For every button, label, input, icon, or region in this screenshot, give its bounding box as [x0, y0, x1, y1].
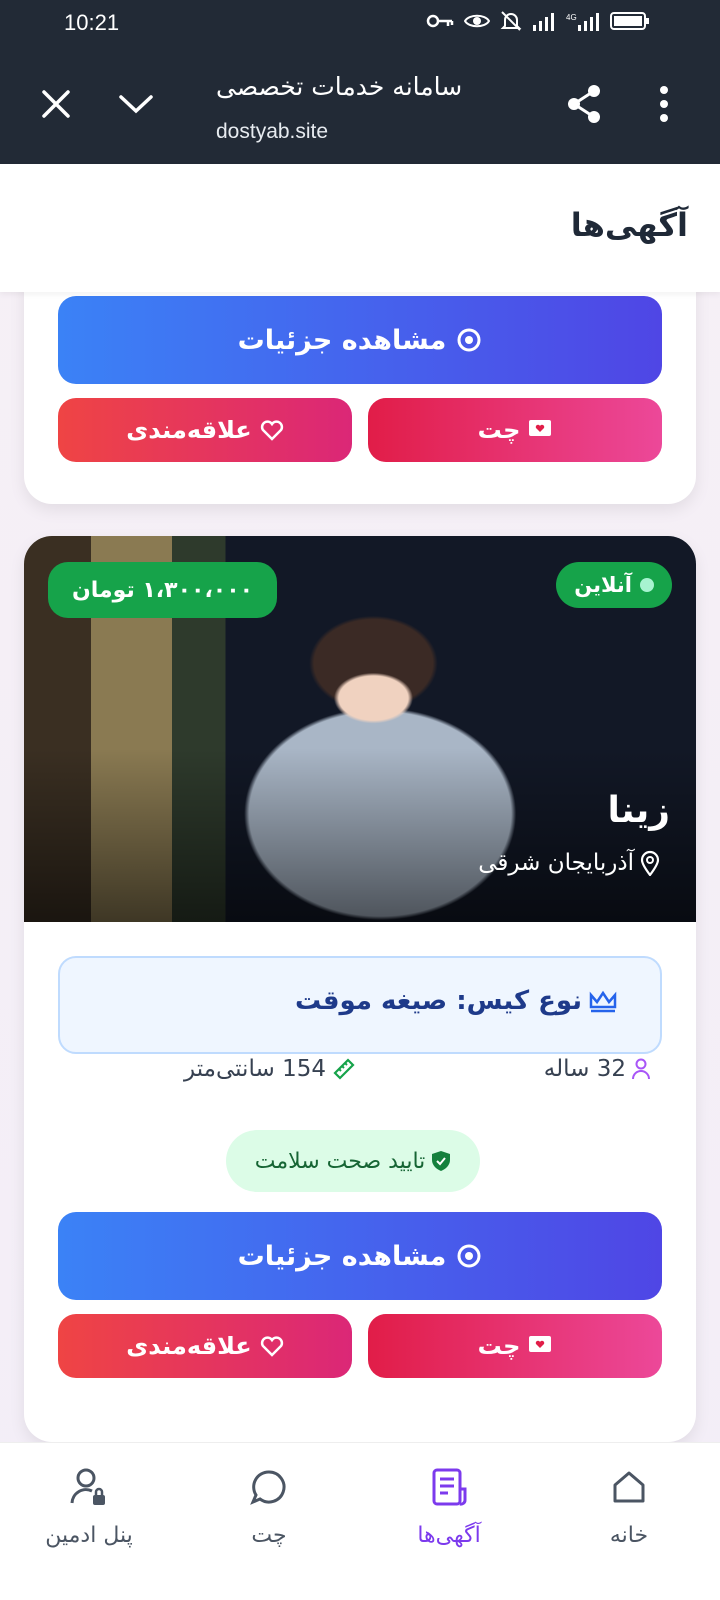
- heart-plus-icon: [260, 1336, 283, 1357]
- share-button[interactable]: [560, 80, 608, 128]
- view-details-label: مشاهده جزئیات: [237, 324, 447, 356]
- online-status-badge: آنلاین: [556, 562, 672, 608]
- user-icon: [632, 1058, 650, 1080]
- view-details-button[interactable]: مشاهده جزئیات: [58, 1212, 662, 1300]
- browser-page-title: سامانه خدمات تخصصی: [216, 72, 463, 101]
- eye-circle-icon: [457, 328, 481, 352]
- heart-plus-icon: [260, 420, 283, 441]
- key-icon: [426, 14, 454, 28]
- favorite-button[interactable]: علاقه‌مندی: [58, 398, 352, 462]
- nav-admin-panel[interactable]: پنل ادمین: [14, 1463, 164, 1573]
- page-header: آگهی‌ها: [0, 164, 720, 292]
- favorite-label: علاقه‌مندی: [126, 1332, 252, 1360]
- listing-card-previous: مشاهده جزئیات چت علاقه‌مندی: [24, 260, 696, 504]
- case-type-box: نوع کیس: صیغه موقت: [58, 956, 662, 1054]
- eye-circle-icon: [457, 1244, 481, 1268]
- listing-photo[interactable]: آنلاین ۱،۳۰۰،۰۰۰ تومان زینا آذربایجان شر…: [24, 536, 696, 922]
- location-label: آذربایجان شرقی: [478, 850, 634, 876]
- view-details-label: مشاهده جزئیات: [237, 1240, 447, 1272]
- status-icons: 4G: [426, 10, 650, 32]
- battery-icon: [610, 12, 649, 30]
- case-type-label: نوع کیس: صیغه موقت: [295, 986, 582, 1016]
- signal-icon: [533, 13, 554, 31]
- newspaper-icon: [432, 1468, 467, 1506]
- collapse-button[interactable]: [112, 80, 160, 128]
- nav-home-label: خانه: [609, 1523, 649, 1548]
- online-status-label: آنلاین: [574, 573, 632, 597]
- bell-muted-icon: [500, 11, 522, 31]
- more-options-button[interactable]: [640, 80, 688, 128]
- close-button[interactable]: [32, 80, 80, 128]
- price-badge: ۱،۳۰۰،۰۰۰ تومان: [48, 562, 278, 618]
- nav-chat-label: چت: [251, 1523, 287, 1548]
- nav-chat[interactable]: چت: [194, 1463, 344, 1573]
- favorite-button[interactable]: علاقه‌مندی: [58, 1314, 352, 1378]
- shield-check-icon: [432, 1151, 451, 1171]
- nav-ads[interactable]: آگهی‌ها: [374, 1463, 524, 1573]
- page-title: آگهی‌ها: [570, 206, 688, 244]
- health-verified-label: تایید صحت سلامت: [254, 1148, 426, 1174]
- signal-4g-icon: 4G: [566, 13, 599, 31]
- age-label: 32 ساله: [543, 1056, 626, 1082]
- chat-heart-icon: [529, 420, 552, 436]
- share-icon: [568, 85, 600, 123]
- user-lock-icon: [70, 1468, 105, 1505]
- crown-icon: [589, 990, 617, 1013]
- favorite-label: علاقه‌مندی: [126, 416, 252, 444]
- svg-text:4G: 4G: [566, 13, 577, 22]
- eye-icon: [464, 14, 490, 28]
- age-info: 32 ساله: [544, 1056, 650, 1082]
- chat-button[interactable]: چت: [368, 1314, 662, 1378]
- status-bar: 10:21 4G: [0, 0, 720, 48]
- nav-ads-label: آگهی‌ها: [417, 1523, 481, 1548]
- nav-home[interactable]: خانه: [554, 1463, 704, 1573]
- location-pin-icon: [640, 850, 660, 876]
- chevron-down-icon: [119, 95, 153, 114]
- height-label: 154 سانتی‌متر: [184, 1056, 326, 1082]
- case-type: نوع کیس: صیغه موقت: [295, 986, 618, 1016]
- height-info: 154 سانتی‌متر: [184, 1056, 356, 1082]
- view-details-button[interactable]: مشاهده جزئیات: [58, 296, 662, 384]
- chat-label: چت: [477, 1332, 521, 1360]
- more-vertical-icon: [660, 86, 668, 122]
- online-dot-icon: [640, 578, 654, 592]
- chat-heart-icon: [529, 1336, 552, 1352]
- browser-toolbar: سامانه خدمات تخصصی dostyab.site: [0, 48, 720, 164]
- listing-card[interactable]: آنلاین ۱،۳۰۰،۰۰۰ تومان زینا آذربایجان شر…: [24, 536, 696, 1442]
- chat-bubble-icon: [250, 1470, 286, 1505]
- health-verified-badge: تایید صحت سلامت: [226, 1130, 480, 1192]
- home-icon: [613, 1471, 645, 1503]
- nav-admin-label: پنل ادمین: [45, 1523, 133, 1548]
- chat-button[interactable]: چت: [368, 398, 662, 462]
- status-time: 10:21: [64, 10, 120, 35]
- listing-name: زینا: [607, 790, 670, 831]
- listing-location: آذربایجان شرقی: [478, 850, 660, 876]
- close-icon: [42, 90, 70, 118]
- browser-url[interactable]: dostyab.site: [216, 120, 328, 144]
- ruler-icon: [333, 1058, 355, 1080]
- chat-label: چت: [477, 416, 521, 444]
- bottom-navigation: خانه آگهی‌ها چت پنل ادمین: [0, 1442, 720, 1600]
